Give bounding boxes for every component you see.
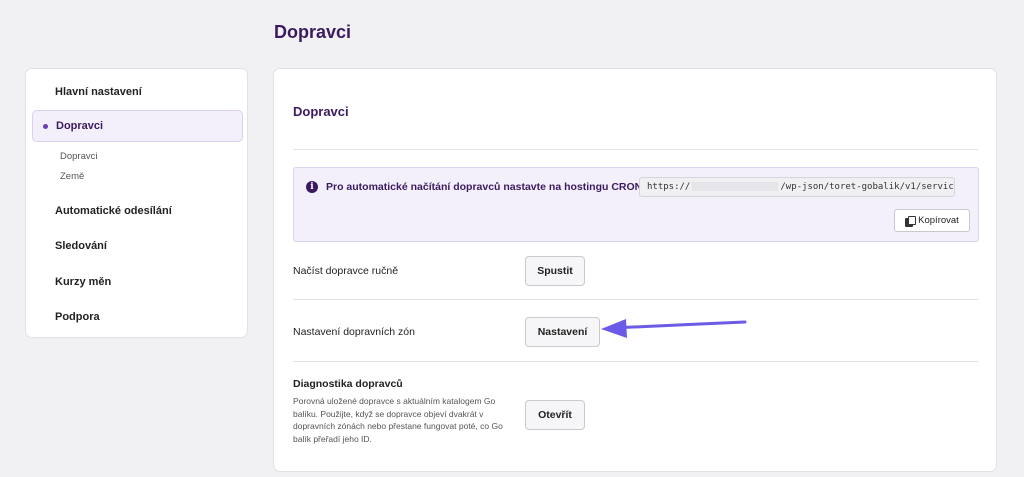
active-dot-icon bbox=[43, 124, 48, 129]
info-icon: i bbox=[306, 181, 318, 193]
run-button[interactable]: Spustit bbox=[525, 256, 585, 286]
cron-notice: i Pro automatické načítání dopravců nast… bbox=[293, 167, 979, 242]
sidebar-item-exchange-rates[interactable]: Kurzy měn bbox=[55, 276, 111, 288]
diagnostics-description: Porovná uložené dopravce s aktuálním kat… bbox=[293, 396, 503, 444]
url-prefix: https:// bbox=[647, 182, 691, 192]
carriers-card: Dopravci i Pro automatické načítání dopr… bbox=[273, 68, 997, 472]
copy-icon bbox=[905, 215, 917, 227]
sidebar-item-carriers[interactable]: Dopravci bbox=[32, 110, 243, 142]
notice-text: Pro automatické načítání dopravců nastav… bbox=[326, 181, 643, 193]
sidebar-item-support[interactable]: Podpora bbox=[55, 311, 100, 323]
divider bbox=[293, 361, 978, 362]
settings-sidebar: Hlavní nastavení Dopravci Dopravci Země … bbox=[25, 68, 248, 338]
load-carriers-label: Načíst dopravce ručně bbox=[293, 265, 399, 277]
page-title: Dopravci bbox=[274, 22, 352, 42]
sidebar-item-label: Dopravci bbox=[56, 120, 104, 132]
copy-button[interactable]: Kopírovat bbox=[894, 209, 970, 232]
sidebar-item-tracking[interactable]: Sledování bbox=[55, 240, 107, 252]
card-title: Dopravci bbox=[293, 104, 349, 119]
redacted-domain bbox=[692, 182, 779, 191]
cron-url-field[interactable]: https:// /wp-json/toret-gobalik/v1/servic… bbox=[639, 177, 955, 197]
diagnostics-title: Diagnostika dopravců bbox=[293, 378, 403, 390]
sidebar-item-auto-sending[interactable]: Automatické odesílání bbox=[55, 205, 172, 217]
shipping-zones-label: Nastavení dopravních zón bbox=[293, 326, 415, 338]
sidebar-subitem-countries[interactable]: Země bbox=[60, 171, 84, 182]
sidebar-subitem-carriers[interactable]: Dopravci bbox=[60, 151, 98, 162]
open-button[interactable]: Otevřít bbox=[525, 400, 585, 430]
divider bbox=[293, 299, 978, 300]
divider bbox=[293, 149, 978, 150]
url-suffix: /wp-json/toret-gobalik/v1/services bbox=[780, 182, 955, 192]
settings-button[interactable]: Nastavení bbox=[525, 317, 600, 347]
sidebar-item-main-settings[interactable]: Hlavní nastavení bbox=[55, 86, 142, 98]
copy-button-label: Kopírovat bbox=[918, 215, 959, 226]
